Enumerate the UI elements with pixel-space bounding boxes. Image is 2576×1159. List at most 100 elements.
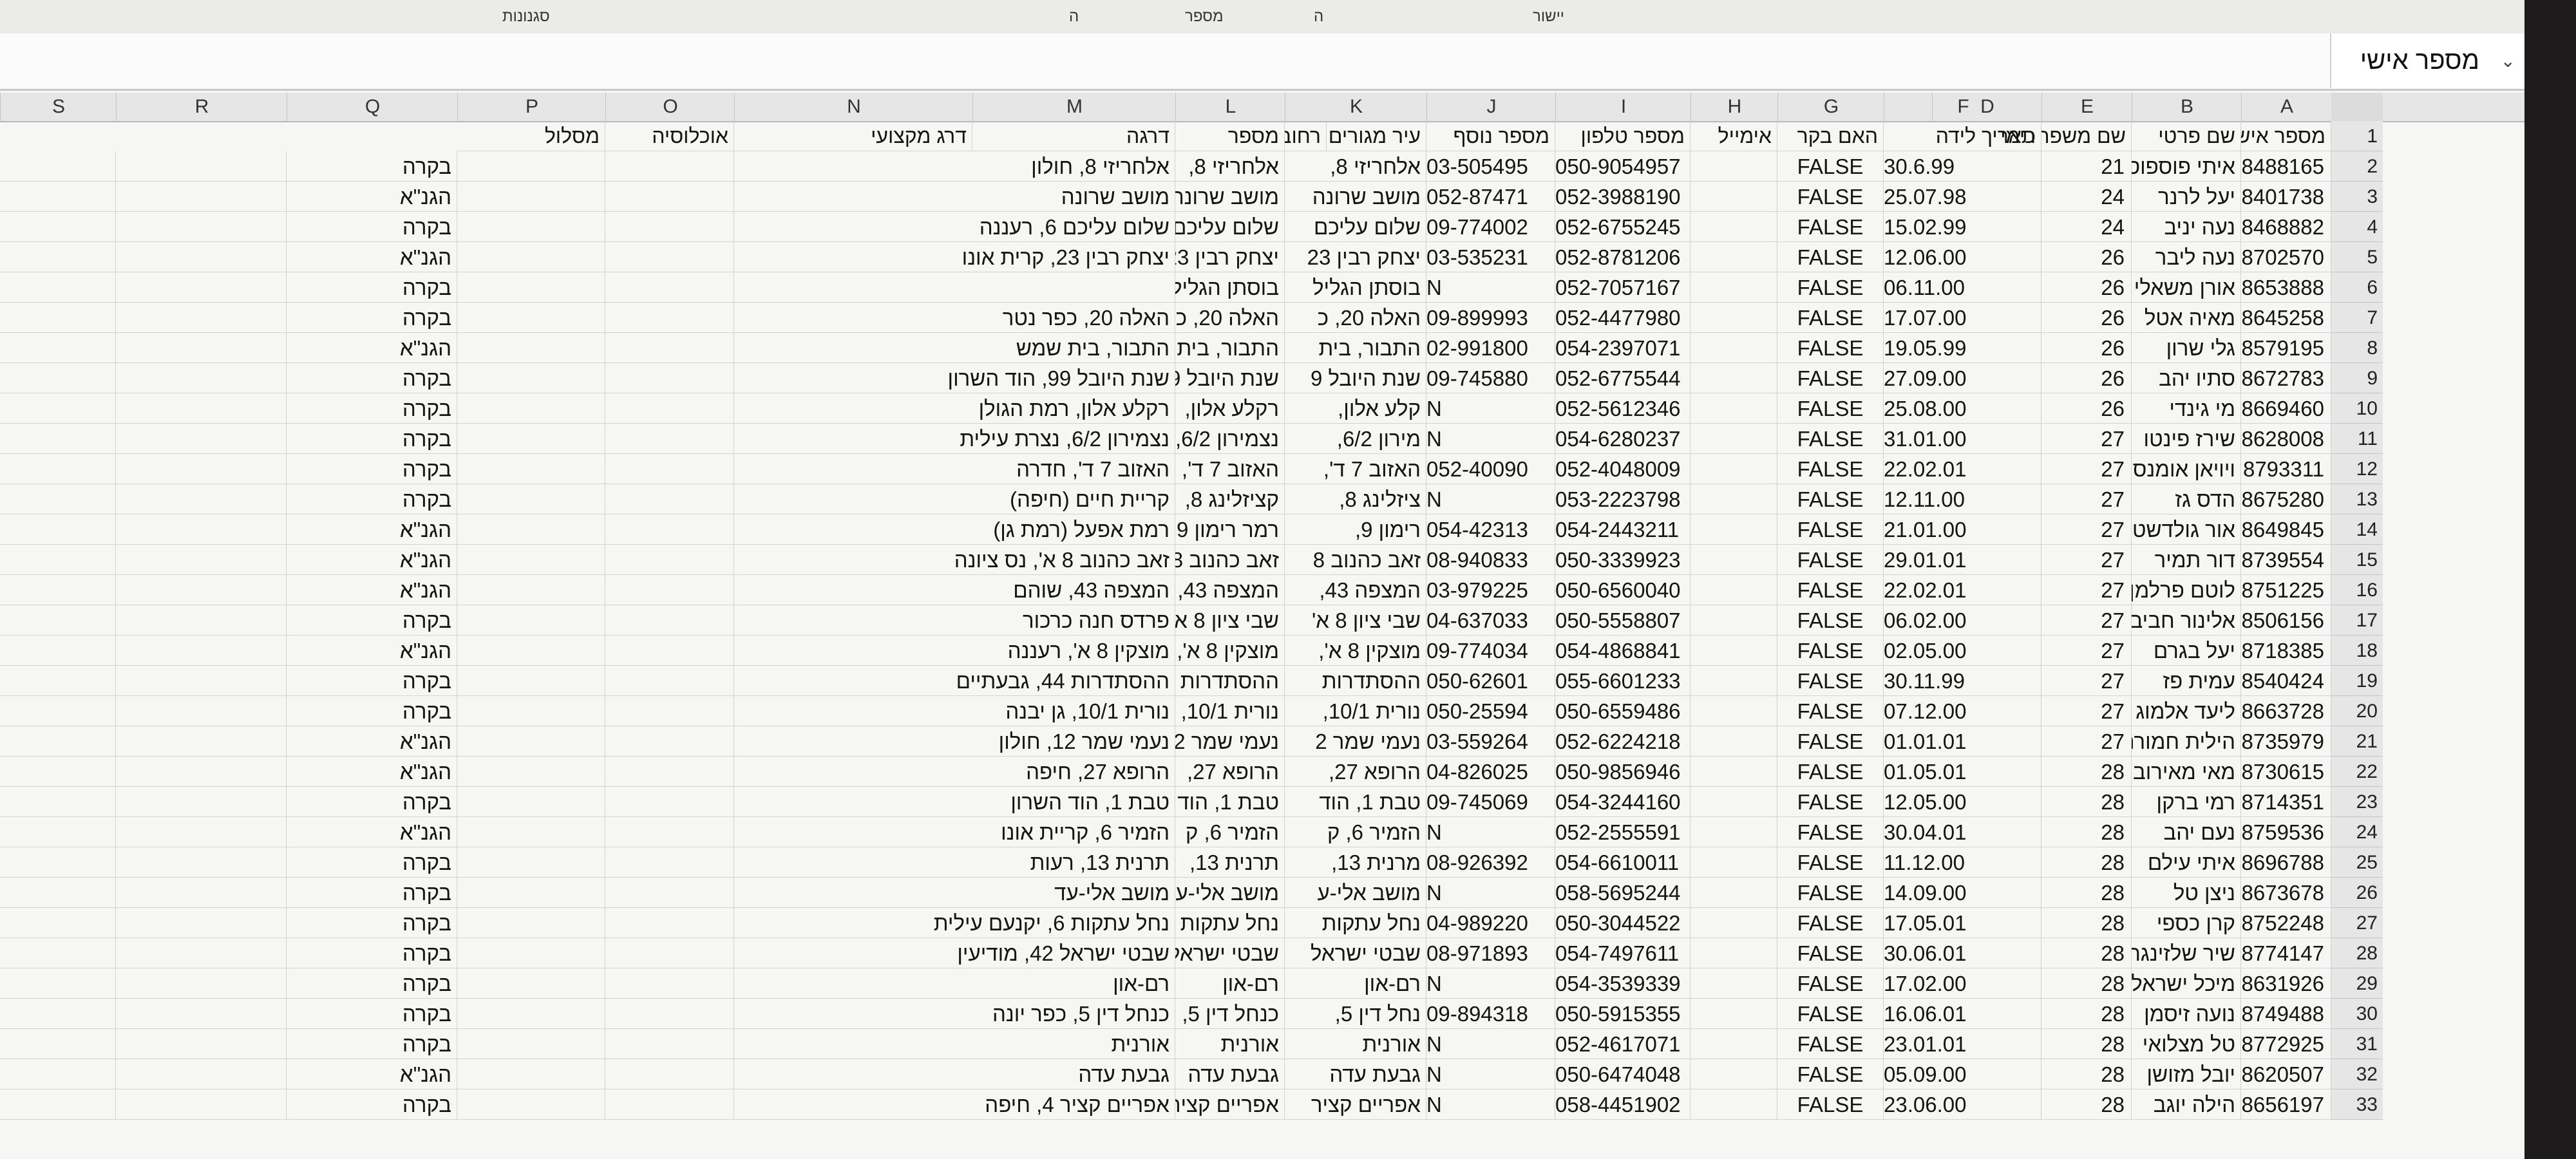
cell-k[interactable]: בוסתן הגליל [1285, 272, 1426, 303]
cell-d[interactable]: נעם יהב [2132, 817, 2241, 847]
cell-o[interactable] [605, 454, 734, 484]
cell-j[interactable]: 09-774002 [1426, 212, 1555, 242]
cell-q[interactable]: בקרה [287, 938, 457, 968]
cell-k[interactable]: נעמי שמר 2 [1285, 726, 1426, 757]
row-number[interactable]: 13 [2331, 484, 2383, 514]
cell-r[interactable] [116, 726, 287, 757]
row-number[interactable]: 27 [2331, 908, 2383, 938]
cell-i[interactable]: 054-7497611 [1555, 938, 1690, 968]
header-cell-p[interactable]: אוכלוסיה [605, 121, 734, 151]
cell-f[interactable]: 11.12.00 [1884, 847, 2041, 878]
cell-r[interactable] [116, 212, 287, 242]
cell-r[interactable] [116, 545, 287, 575]
cell-h[interactable] [1690, 242, 1777, 272]
cell-i[interactable]: 050-3339923 [1555, 545, 1690, 575]
column-header-i[interactable]: I [1555, 93, 1691, 121]
cell-p[interactable] [457, 212, 605, 242]
column-header-l[interactable]: L [1175, 93, 1285, 121]
cell-i[interactable]: 052-6775544 [1555, 363, 1690, 393]
cell-f[interactable]: 19.05.99 [1884, 333, 2041, 363]
cell-o[interactable] [605, 878, 734, 908]
cell-d[interactable]: נועה זיסמן [2132, 999, 2241, 1029]
cell-a[interactable]: 8774147 [2241, 938, 2331, 968]
cell-r[interactable] [116, 696, 287, 726]
cell-i[interactable]: 050-6560040 [1555, 575, 1690, 605]
cell-r[interactable] [116, 666, 287, 696]
cell-h[interactable] [1690, 908, 1777, 938]
cell-r[interactable] [116, 757, 287, 787]
cell-p[interactable] [457, 817, 605, 847]
cell-a[interactable]: 8696788 [2241, 847, 2331, 878]
cell-h[interactable] [1690, 333, 1777, 363]
ribbon-label-b[interactable]: ה [1314, 8, 1323, 26]
cell-s[interactable] [0, 847, 116, 878]
cell-a[interactable]: 8620507 [2241, 1059, 2331, 1089]
cell-s[interactable] [0, 757, 116, 787]
cell-o[interactable] [605, 847, 734, 878]
cell-p[interactable] [457, 666, 605, 696]
column-header-j[interactable]: J [1426, 93, 1556, 121]
cell-r[interactable] [116, 575, 287, 605]
cell-g[interactable]: FALSE [1777, 303, 1884, 333]
cell-g[interactable]: FALSE [1777, 605, 1884, 636]
header-cell-m[interactable]: מספר [1175, 121, 1285, 151]
cell-o[interactable] [605, 938, 734, 968]
cell-k[interactable]: מושב אלי-ע [1285, 878, 1426, 908]
cell-p[interactable] [457, 787, 605, 817]
cell-l[interactable]: רם-און [1175, 968, 1285, 999]
cell-o[interactable] [605, 1089, 734, 1120]
cell-l[interactable]: אפריים קציר [1175, 1089, 1285, 1120]
row-number[interactable]: 3 [2331, 182, 2383, 212]
cell-q[interactable]: הגנ"א [287, 757, 457, 787]
cell-m[interactable]: נעמי שמר 12, חולון [734, 726, 1175, 757]
cell-j[interactable]: 052-87471 [1426, 182, 1555, 212]
cell-h[interactable] [1690, 636, 1777, 666]
cell-f[interactable]: 30.11.99 [1884, 666, 2041, 696]
cell-a[interactable]: 8702570 [2241, 242, 2331, 272]
cell-d[interactable]: יובל מזושן [2132, 1059, 2241, 1089]
cell-r[interactable] [116, 272, 287, 303]
cell-a[interactable]: 8793311 [2241, 454, 2331, 484]
cell-m[interactable]: האזוב 7 ד', חדרה [734, 454, 1175, 484]
cell-l[interactable]: המצפה 43, [1175, 575, 1285, 605]
cell-a[interactable]: 8751225 [2241, 575, 2331, 605]
cell-i[interactable]: 054-6610011 [1555, 847, 1690, 878]
cell-a[interactable]: 8714351 [2241, 787, 2331, 817]
cell-m[interactable]: רם-און [734, 968, 1175, 999]
cell-e[interactable]: 28 [2041, 938, 2132, 968]
cell-m[interactable]: מושב אלי-עד [734, 878, 1175, 908]
cell-j[interactable]: N [1426, 1059, 1555, 1089]
row-number[interactable]: 21 [2331, 726, 2383, 757]
cell-a[interactable]: 8631926 [2241, 968, 2331, 999]
cell-l[interactable]: בוסתן הגליל [1175, 272, 1285, 303]
column-header-m[interactable]: M [972, 93, 1176, 121]
cell-m[interactable]: אורנית [734, 1029, 1175, 1059]
cell-o[interactable] [605, 212, 734, 242]
cell-p[interactable] [457, 303, 605, 333]
cell-p[interactable] [457, 999, 605, 1029]
cell-i[interactable]: 054-2443211 [1555, 514, 1690, 545]
cell-i[interactable]: 052-5612346 [1555, 393, 1690, 424]
cell-r[interactable] [116, 454, 287, 484]
cell-q[interactable]: הגנ"א [287, 182, 457, 212]
cell-e[interactable]: 27 [2041, 605, 2132, 636]
cell-k[interactable]: מירון 6/2, [1285, 424, 1426, 454]
cell-m[interactable]: האלה 20, כפר נטר [734, 303, 1175, 333]
cell-m[interactable]: נצמירון 6/2, נצרת עילית [734, 424, 1175, 454]
cell-g[interactable]: FALSE [1777, 787, 1884, 817]
cell-h[interactable] [1690, 968, 1777, 999]
cell-d[interactable]: יעל לרנר [2132, 182, 2241, 212]
cell-m[interactable]: רמת אפעל (רמת גן) [734, 514, 1175, 545]
cell-g[interactable]: FALSE [1777, 333, 1884, 363]
ribbon-label-a[interactable]: ה [1069, 8, 1079, 26]
cell-m[interactable]: גבעת עדה [734, 1059, 1175, 1089]
cell-q[interactable]: הגנ"א [287, 545, 457, 575]
header-cell-k[interactable]: עיר מגורים [1327, 121, 1426, 151]
cell-k[interactable]: מרנית 13, [1285, 847, 1426, 878]
cell-f[interactable]: 12.11.00 [1884, 484, 2041, 514]
cell-h[interactable] [1690, 575, 1777, 605]
cell-j[interactable]: N [1426, 968, 1555, 999]
cell-g[interactable]: FALSE [1777, 1089, 1884, 1120]
header-cell-n[interactable]: דרגה [972, 121, 1175, 151]
cell-d[interactable]: איתי פוספוס [2132, 151, 2241, 182]
